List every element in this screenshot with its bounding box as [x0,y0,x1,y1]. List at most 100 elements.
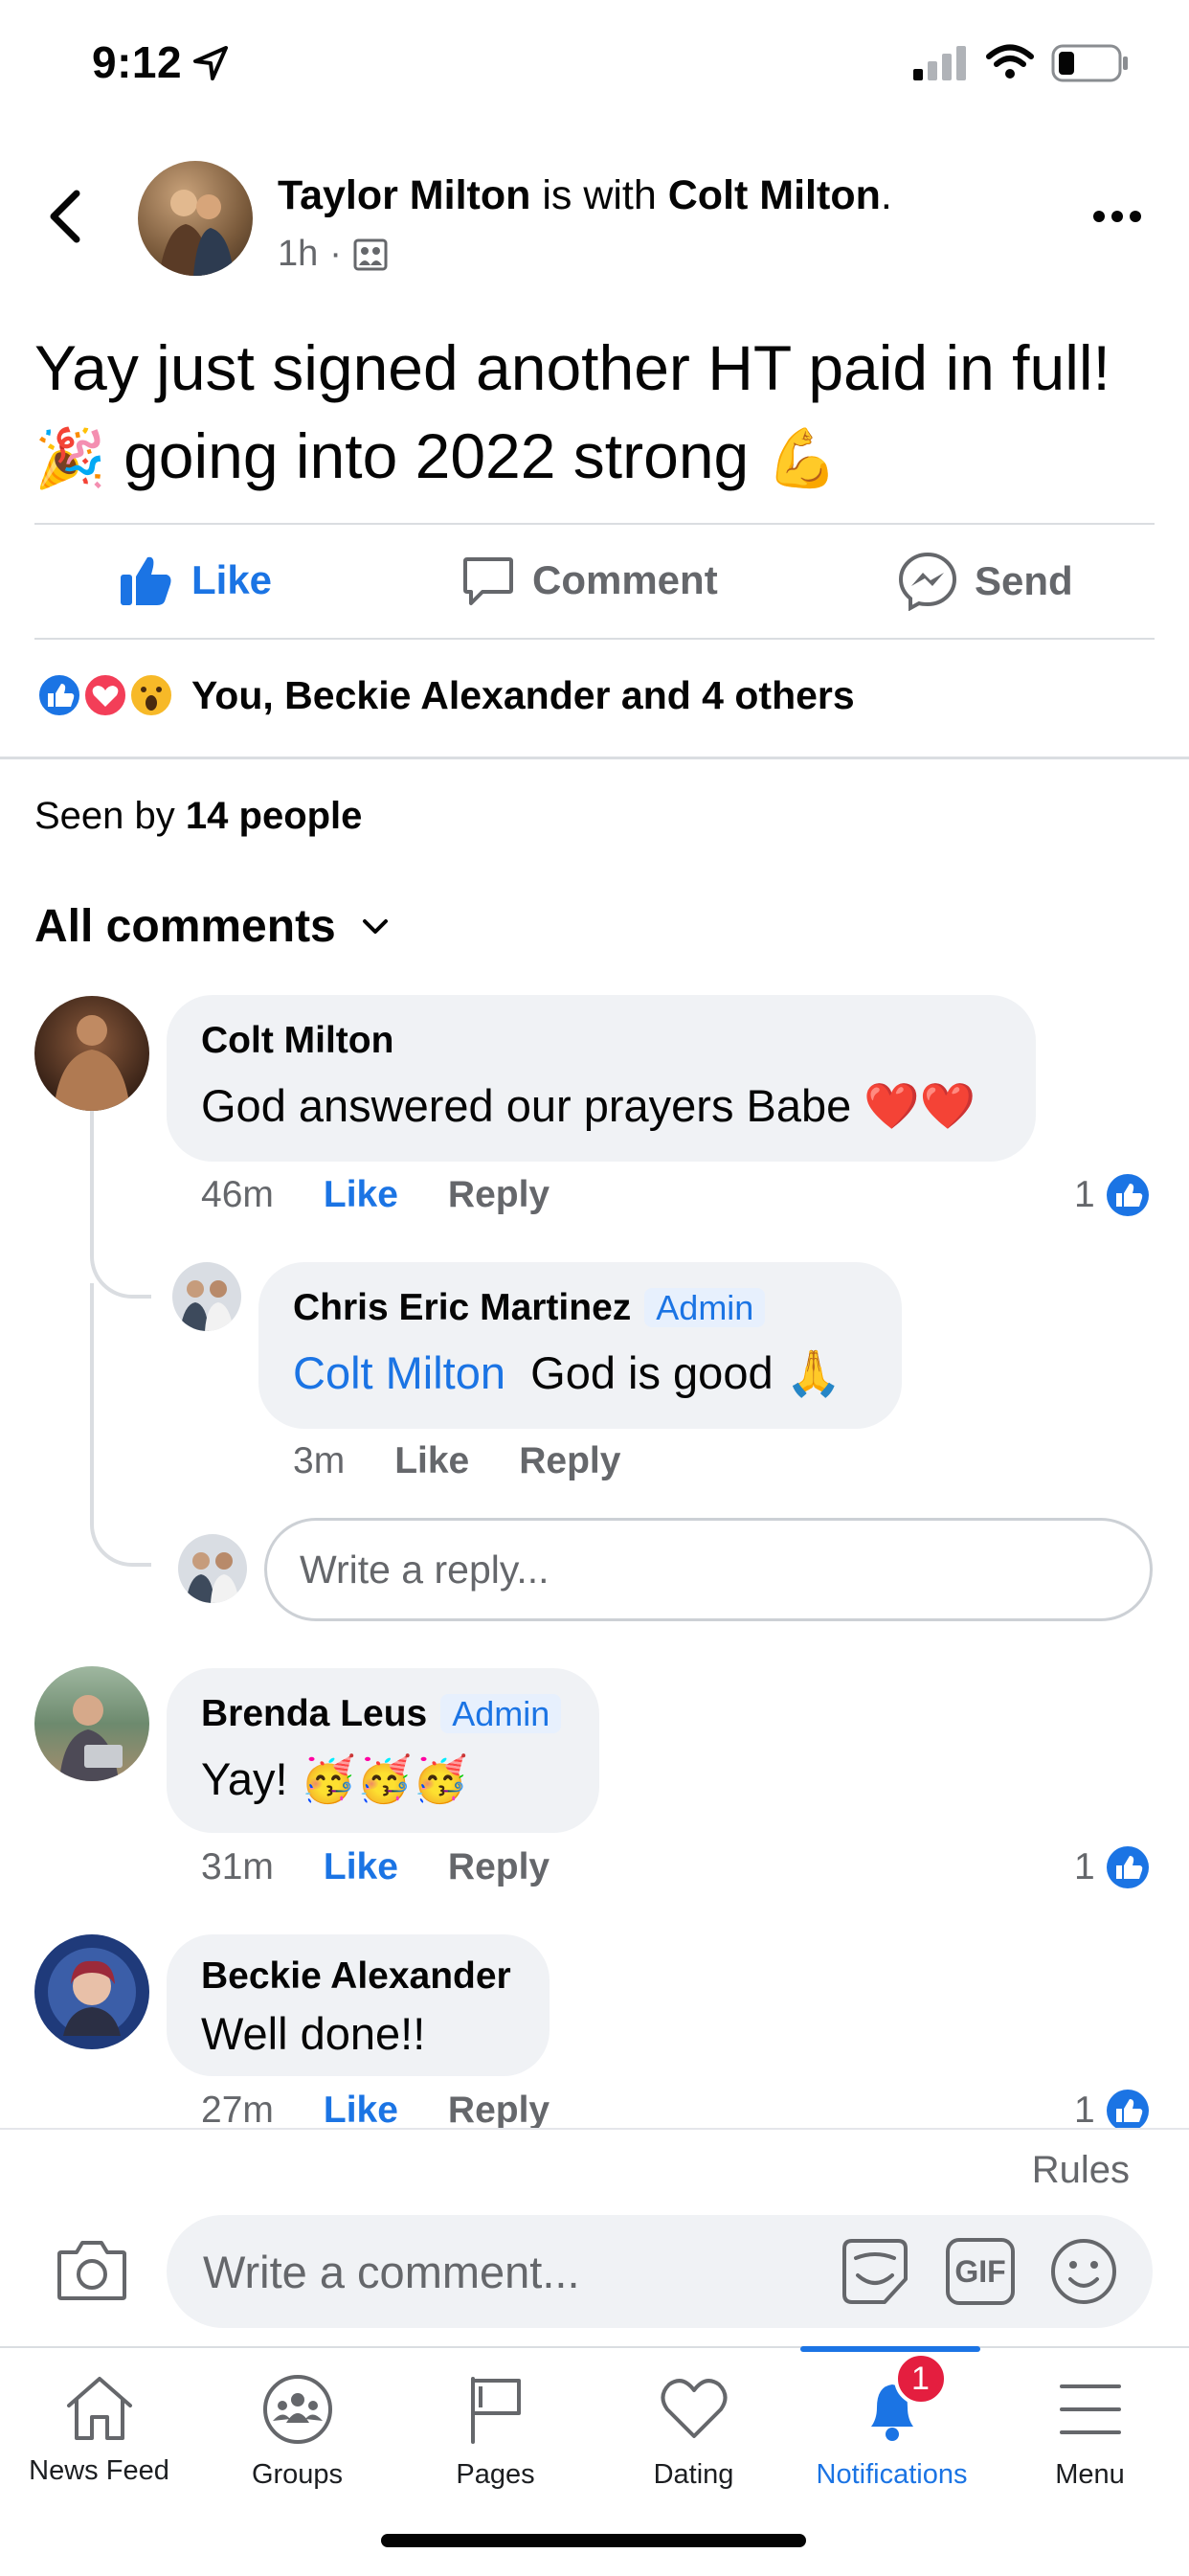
meta-dot: · [329,234,342,274]
more-options-icon[interactable] [1091,209,1143,224]
reaction-summary-text: You, Beckie Alexander and 4 others [191,672,855,717]
admin-badge: Admin [440,1694,562,1733]
battery-icon [1051,44,1128,82]
emoji-icon[interactable] [1049,2237,1118,2306]
comment-like-count[interactable]: 1 [1074,1844,1151,1890]
comment-meta: 27m Like Reply [201,2090,550,2132]
reply-avatar[interactable] [172,1262,241,1331]
tab-dating[interactable]: Dating [594,2373,793,2491]
camera-icon[interactable] [56,2237,128,2302]
tab-notifications[interactable]: 1 Notifications [793,2352,991,2491]
reply-text: God is good [530,1347,774,1398]
tagged-suffix: . [880,172,892,218]
comment-like-count[interactable]: 1 [1074,1172,1151,1218]
thumb-up-icon [121,556,171,605]
reply-mention[interactable]: Colt Milton [293,1347,505,1398]
comment-author[interactable]: Colt Milton [201,1020,393,1062]
like-badge-icon [1106,1174,1149,1216]
bell-wrap: 1 [856,2352,948,2446]
tab-label: Groups [251,2459,344,2490]
tab-label: Pages [456,2459,535,2490]
active-tab-indicator [800,2346,980,2352]
comment-like-button[interactable]: Like [324,2090,398,2132]
reply-author-line: Chris Eric Martinez Admin [293,1287,766,1329]
commenter-avatar[interactable] [34,1666,149,1781]
comment-text-wrap: God answered our prayers Babe ❤️❤️ [201,1079,976,1133]
send-button[interactable]: Send [898,552,1073,611]
reply-author[interactable]: Chris Eric Martinez [293,1287,631,1328]
poster-avatar[interactable] [138,161,253,276]
reaction-summary[interactable]: You, Beckie Alexander and 4 others [34,670,855,720]
reply-text-wrap: Colt Milton God is good 🙏 [293,1346,841,1400]
comments-filter-label: All comments [34,901,336,952]
like-button[interactable]: Like [119,554,272,607]
comment-bubble[interactable]: Colt Milton God answered our prayers Bab… [167,995,1036,1162]
comment-reply-button[interactable]: Reply [448,1846,550,1888]
menu-icon [1059,2384,1121,2434]
comment-reply-button[interactable]: Reply [448,1174,550,1216]
post-meta: 1h · [278,234,388,275]
rules-link[interactable]: Rules [1032,2149,1130,2192]
tab-news-feed[interactable]: News Feed [0,2373,198,2487]
status-time: 9:12 [92,37,183,87]
hearts-emoji: ❤️❤️ [864,1080,976,1131]
commenter-avatar[interactable] [34,996,149,1111]
reply-input[interactable]: Write a reply... [264,1518,1153,1621]
post-text: Yay just signed another HT paid in full!… [34,324,1164,503]
reply-bubble[interactable]: Chris Eric Martinez Admin Colt Milton God… [258,1262,902,1429]
tab-label: News Feed [29,2455,169,2486]
reply-time[interactable]: 3m [293,1440,345,1482]
reaction-icons [35,671,175,719]
like-label: Like [191,557,273,602]
post-text-line2: going into 2022 strong [123,420,750,491]
tab-menu[interactable]: Menu [991,2373,1189,2491]
admin-badge: Admin [644,1288,766,1327]
reply-reply-button[interactable]: Reply [519,1440,620,1482]
comment-author[interactable]: Beckie Alexander [201,1955,511,1998]
post-text-line1: Yay just signed another HT paid in full! [34,332,1110,403]
tab-groups[interactable]: Groups [198,2373,396,2491]
comment-button[interactable]: Comment [461,554,718,607]
comment-time[interactable]: 31m [201,1846,274,1888]
comment-like-button[interactable]: Like [324,1174,398,1216]
reply-meta: 3m Like Reply [293,1440,620,1482]
comment-time[interactable]: 46m [201,1174,274,1216]
post-header-line: Taylor Milton is with Colt Milton. [278,172,892,219]
comments-filter[interactable]: All comments [34,900,390,953]
tab-label: Dating [653,2459,734,2490]
comment-reply-button[interactable]: Reply [448,2090,550,2132]
divider-actions [34,638,1155,640]
gif-label: GIF [954,2253,1006,2289]
seen-by[interactable]: Seen by 14 people [34,795,362,838]
reply-like-button[interactable]: Like [394,1440,469,1482]
comment-text: Yay! [201,1753,288,1804]
commenter-avatar[interactable] [34,1934,149,2049]
thread-line [90,1111,151,1299]
comment-author-line: Brenda Leus Admin [201,1693,562,1735]
my-avatar [178,1534,247,1603]
author-name[interactable]: Taylor Milton [278,172,530,218]
comment-author[interactable]: Brenda Leus [201,1693,427,1734]
home-indicator [381,2534,806,2547]
gif-button[interactable]: GIF [946,2238,1015,2305]
reply-input-placeholder: Write a reply... [300,1547,550,1592]
like-badge-icon [1106,2090,1149,2132]
signal-icon [913,46,966,80]
messenger-icon [898,552,957,611]
back-icon[interactable] [48,190,82,243]
comment-bubble[interactable]: Brenda Leus Admin Yay! 🥳🥳🥳 [167,1668,599,1833]
comment-time[interactable]: 27m [201,2090,274,2132]
audience-icon[interactable] [353,238,388,271]
seen-count: 14 people [185,795,363,837]
tab-label: Menu [1055,2459,1125,2490]
sticker-icon[interactable] [839,2237,911,2306]
comment-like-button[interactable]: Like [324,1846,398,1888]
post-time[interactable]: 1h [278,234,318,275]
tab-pages[interactable]: Pages [396,2373,594,2491]
comment-bubble[interactable]: Beckie Alexander Well done!! [167,1934,550,2076]
tagged-name[interactable]: Colt Milton [668,172,881,218]
comment-like-count[interactable]: 1 [1074,2088,1151,2134]
comment-meta: 31m Like Reply [201,1846,550,1888]
divider-section [0,757,1189,759]
seen-prefix: Seen by [34,795,175,837]
